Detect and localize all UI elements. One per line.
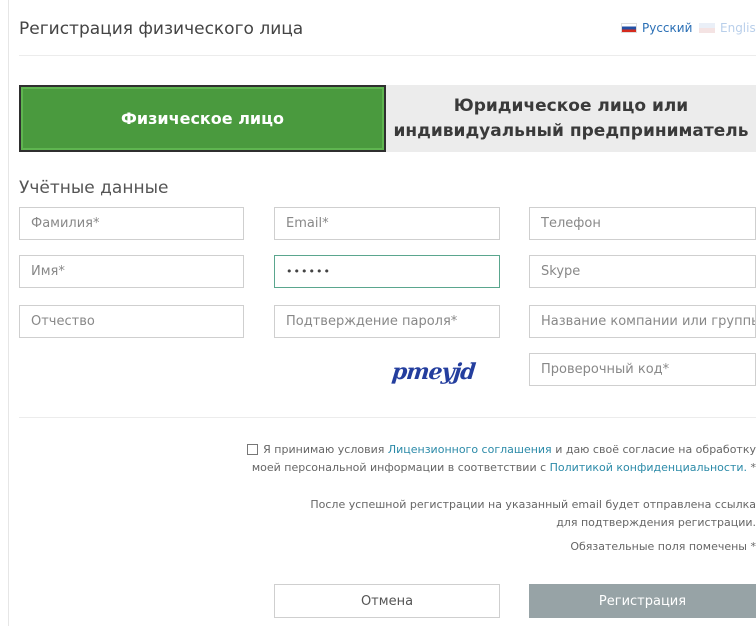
consent-text: Я принимаю условия Лицензионного соглаше… <box>216 441 756 477</box>
register-button-label: Регистрация <box>598 593 687 609</box>
skype-placeholder: Skype <box>541 264 581 279</box>
privacy-policy-link[interactable]: Политикой конфиденциальности. <box>550 461 747 474</box>
middle-name-placeholder: Отчество <box>31 314 95 329</box>
last-name-placeholder: Фамилия* <box>31 216 100 231</box>
frame-border <box>8 0 9 626</box>
phone-placeholder: Телефон <box>541 216 601 231</box>
header-divider <box>19 55 756 56</box>
required-mark: * <box>750 461 756 474</box>
language-english-label: English <box>720 21 756 35</box>
registration-page: Регистрация физического лица Русский Eng… <box>0 0 756 626</box>
section-title: Учётные данные <box>19 178 169 198</box>
email-input[interactable]: Email* <box>274 207 500 240</box>
password-value: •••••• <box>286 265 331 278</box>
first-name-placeholder: Имя* <box>31 264 65 279</box>
captcha-code-placeholder: Проверочный код* <box>541 362 670 377</box>
language-russian-link[interactable]: Русский <box>621 21 692 35</box>
consent-checkbox[interactable] <box>246 444 258 455</box>
captcha-code-input[interactable]: Проверочный код* <box>529 353 756 386</box>
consent-prefix: Я принимаю условия <box>263 443 385 456</box>
uk-flag-icon <box>699 23 715 33</box>
cancel-button-label: Отмена <box>360 593 414 609</box>
tab-legal-entity-label: Юридическое лицо или индивидуальный пред… <box>393 95 749 141</box>
password-confirm-placeholder: Подтверждение пароля* <box>286 314 458 329</box>
register-button[interactable]: Регистрация <box>529 584 756 618</box>
required-fields-note: Обязательные поля помечены * <box>570 540 756 553</box>
company-input[interactable]: Название компании или группы <box>529 305 756 338</box>
email-placeholder: Email* <box>286 216 329 231</box>
password-confirm-input[interactable]: Подтверждение пароля* <box>274 305 500 338</box>
russia-flag-icon <box>621 23 637 33</box>
tab-individual[interactable]: Физическое лицо <box>19 85 386 152</box>
skype-input[interactable]: Skype <box>529 255 756 288</box>
language-russian-label: Русский <box>642 21 693 35</box>
tab-legal-entity[interactable]: Юридическое лицо или индивидуальный пред… <box>386 85 756 152</box>
cancel-button[interactable]: Отмена <box>274 584 500 618</box>
license-agreement-link[interactable]: Лицензионного соглашения <box>388 443 552 456</box>
middle-name-input[interactable]: Отчество <box>19 305 244 338</box>
password-input[interactable]: •••••• <box>274 255 500 288</box>
captcha-image: pmeyjd <box>390 359 477 385</box>
language-english-link[interactable]: English <box>699 21 756 35</box>
form-divider <box>19 417 756 418</box>
company-placeholder: Название компании или группы <box>541 314 756 329</box>
phone-input[interactable]: Телефон <box>529 207 756 240</box>
email-confirmation-note: После успешной регистрации на указанный … <box>310 498 756 529</box>
page-title: Регистрация физического лица <box>19 19 304 39</box>
tab-individual-label: Физическое лицо <box>121 109 284 128</box>
last-name-input[interactable]: Фамилия* <box>19 207 244 240</box>
first-name-input[interactable]: Имя* <box>19 255 244 288</box>
